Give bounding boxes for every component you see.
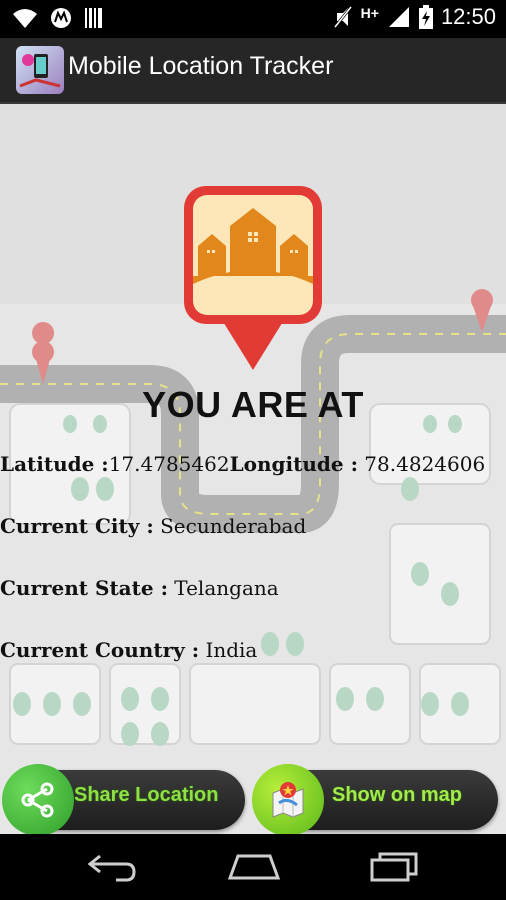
city-label: Current City : [0,514,154,538]
mute-icon [333,6,352,28]
country-row: Current Country : India [0,638,257,662]
show-on-map-label: Show on map [332,784,462,806]
app-logo-icon [16,46,64,94]
app-title: Mobile Location Tracker [68,52,334,80]
clock: 12:50 [440,4,496,29]
state-value: Telangana [167,576,279,600]
barcode-icon [85,8,102,28]
network-type-label: H+ [360,5,379,21]
city-row: Current City : Secunderabad [0,514,306,538]
longitude-label: Longitude : [229,452,358,476]
battery-charging-icon [418,5,433,29]
back-icon[interactable] [86,848,140,884]
show-on-map-button[interactable]: Show on map [252,764,498,834]
share-location-label: Share Location [74,784,219,806]
navigation-bar [0,834,506,900]
signal-icon [388,7,409,27]
country-value: India [199,638,258,662]
state-row: Current State : Telangana [0,576,279,600]
state-label: Current State : [0,576,168,600]
longitude-value: 78.4824606 [357,452,486,476]
motorola-icon [51,8,71,28]
location-pin-houses-icon [184,186,322,370]
coordinates-row: Latitude :17.4785462Longitude : 78.48246… [0,452,485,476]
recents-icon[interactable] [368,848,420,884]
latitude-value: 17.4785462 [108,452,230,476]
headline: YOU ARE AT [142,384,364,425]
main-content: YOU ARE AT Latitude :17.4785462Longitude… [0,104,506,834]
share-location-button[interactable]: Share Location [2,764,245,834]
latitude-label: Latitude : [0,452,109,476]
share-icon [2,764,74,834]
country-label: Current Country : [0,638,200,662]
city-value: Secunderabad [153,514,307,538]
status-bar: H+ 12:50 [0,0,506,38]
app-bar: Mobile Location Tracker [0,38,506,104]
wifi-icon [13,9,37,28]
home-icon[interactable] [226,848,282,884]
map-pin-icon [252,764,324,834]
